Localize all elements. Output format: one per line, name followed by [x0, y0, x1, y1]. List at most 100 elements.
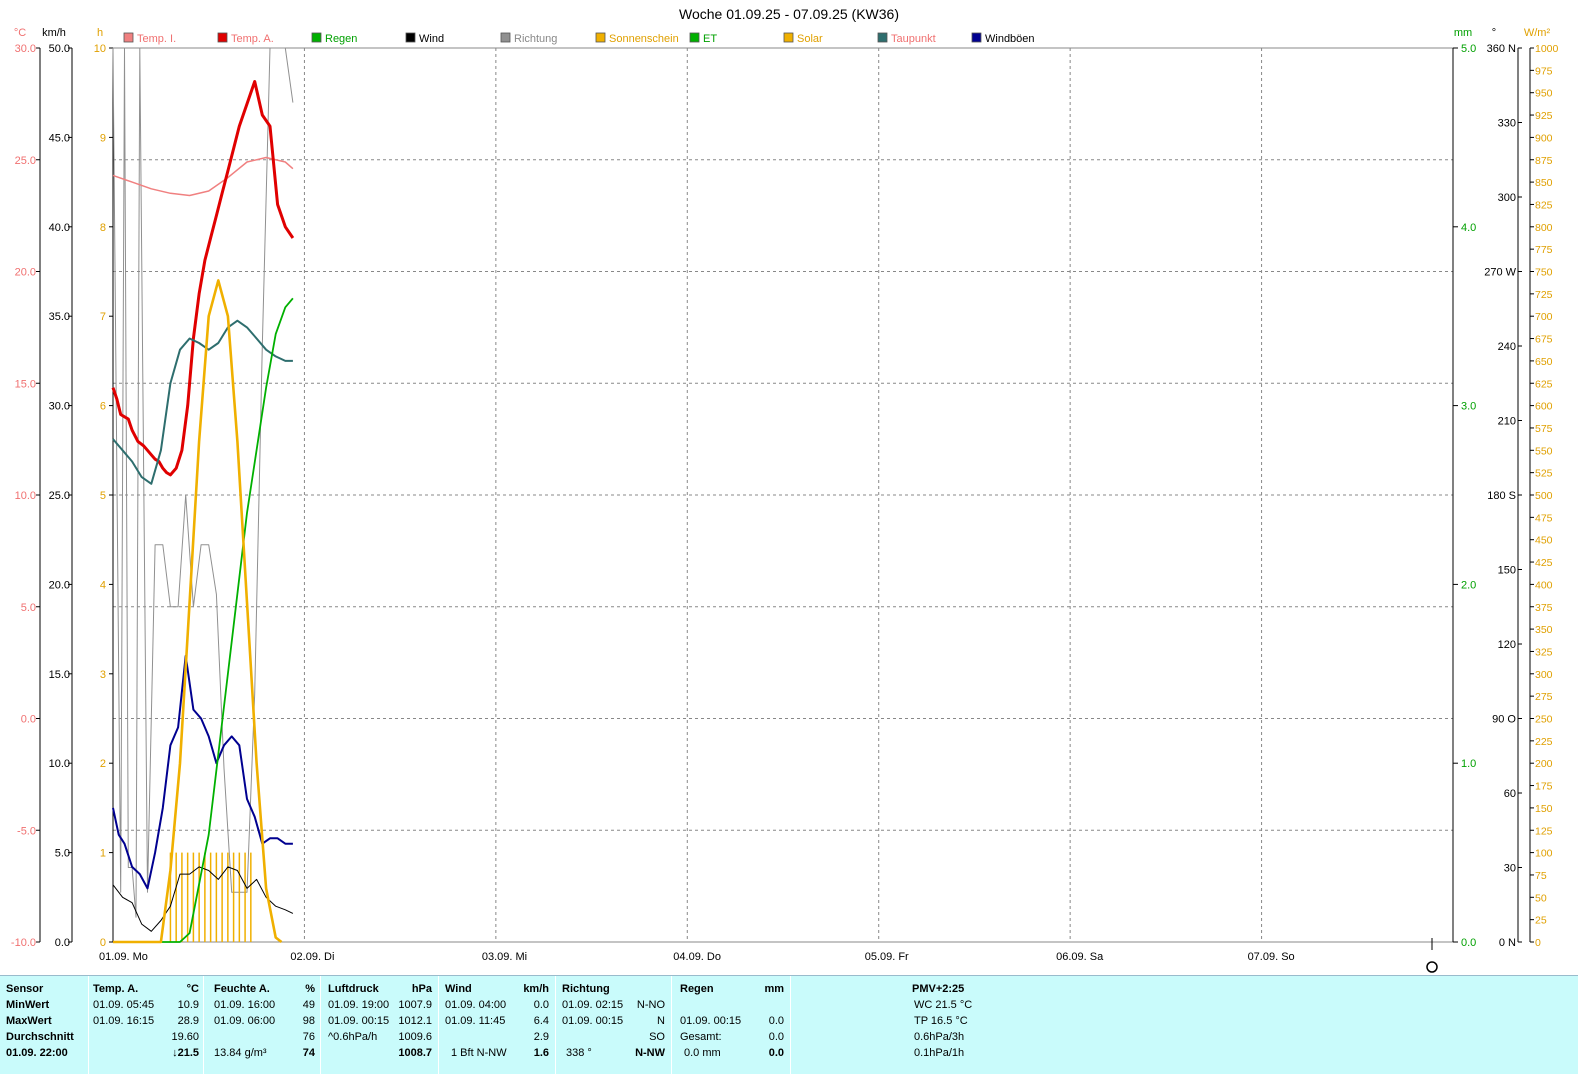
rain-tick-label: 5.0 [1461, 43, 1476, 55]
solar-tick-label: 675 [1535, 334, 1553, 346]
press-unit: hPa [411, 983, 432, 995]
wind-min-value: 0.0 [533, 999, 549, 1011]
wind-tick-label: 50.0 [49, 43, 70, 55]
legend-swatch [595, 32, 606, 43]
solar-tick-label: 100 [1535, 848, 1553, 860]
series-tempa [111, 80, 295, 477]
wind-max-value: 6.4 [533, 1015, 549, 1027]
temp-tick-label: 10.0 [15, 490, 36, 502]
temp-tick-label: -5.0 [17, 825, 36, 837]
humid-unit: % [305, 983, 315, 995]
pmv-trend3: 0.6hPa/3h [914, 1031, 965, 1043]
dir-min-time: 01.09. 02:15 [562, 999, 624, 1011]
solar-tick-label: 350 [1535, 624, 1553, 636]
solar-tick-label: 150 [1535, 803, 1553, 815]
solar-tick-label: 400 [1535, 579, 1553, 591]
wind-tick-label: 40.0 [49, 222, 70, 234]
wind-now-value: 1.6 [533, 1047, 549, 1059]
temp-tick-label: -10.0 [11, 937, 36, 949]
direction-tick-label: 300 [1498, 192, 1516, 204]
solar-tick-label: 275 [1535, 691, 1553, 703]
x-tick-label: 07.09. So [1248, 951, 1295, 963]
temp-unit: °C [186, 983, 199, 995]
legend-swatch [311, 32, 322, 43]
solar-tick-label: 550 [1535, 445, 1553, 457]
solar-tick-label: 125 [1535, 825, 1553, 837]
wind-column: Wind km/h 01.09. 04:00 0.0 01.09. 11:45 6.4… [445, 981, 549, 1071]
summary-panel: Sensor MinWert MaxWert Durchschnitt 01.0… [0, 975, 1578, 1074]
temp-avg-value: 19.60 [171, 1031, 199, 1043]
legend-label: Windböen [985, 33, 1035, 45]
solar-tick-label: 775 [1535, 244, 1553, 256]
solar-tick-label: 600 [1535, 401, 1553, 413]
rain-tick-label: 4.0 [1461, 222, 1476, 234]
legend-label: Taupunkt [891, 33, 936, 45]
wind-head: Wind [445, 983, 472, 995]
dir-min-value: N-NO [636, 999, 665, 1011]
sensor-head: Sensor [6, 983, 44, 995]
dir-degrees: 338 ° [566, 1047, 592, 1059]
direction-tick-label: 30 [1504, 863, 1516, 875]
x-tick-label: 01.09. Mo [99, 951, 148, 963]
x-tick-label: 05.09. Fr [865, 951, 909, 963]
legend-label: ET [703, 33, 717, 45]
unit-label: W/m² [1524, 27, 1551, 39]
temp-tick-label: 0.0 [21, 714, 36, 726]
hours-tick-label: 3 [100, 669, 106, 681]
press-now-value: 1008.7 [398, 1047, 432, 1059]
pmv-trend1: 0.1hPa/1h [914, 1047, 965, 1059]
x-tick-label: 06.09. Sa [1056, 951, 1104, 963]
sensor-column: Sensor MinWert MaxWert Durchschnitt 01.0… [6, 981, 86, 1071]
rain-tick-label: 3.0 [1461, 401, 1476, 413]
wind-min-time: 01.09. 04:00 [445, 999, 507, 1011]
wind-bft: 1 Bft N-NW [451, 1047, 507, 1059]
temp-head: Temp. A. [93, 983, 139, 995]
rain-total-label: Gesamt: [680, 1031, 722, 1043]
legend-swatch [877, 32, 888, 43]
humid-min-value: 49 [302, 999, 315, 1011]
temp-min-time: 01.09. 05:45 [93, 999, 155, 1011]
pmv-tp: TP 16.5 °C [914, 1015, 968, 1027]
legend-label: Regen [325, 33, 357, 45]
solar-tick-label: 625 [1535, 378, 1553, 390]
hours-tick-label: 5 [100, 490, 106, 502]
legend-swatch [689, 32, 700, 43]
rain-tick-label: 0.0 [1461, 937, 1476, 949]
wind-tick-label: 30.0 [49, 401, 70, 413]
direction-tick-label: 150 [1498, 565, 1516, 577]
solar-tick-label: 200 [1535, 758, 1553, 770]
solar-tick-label: 375 [1535, 602, 1553, 614]
gusts-line [112, 654, 293, 890]
temp-now-value: ↓21.5 [172, 1047, 199, 1059]
x-tick-label: 02.09. Di [290, 951, 334, 963]
rain-tick-label: 1.0 [1461, 758, 1476, 770]
solar-tick-label: 50 [1535, 892, 1547, 904]
hours-tick-label: 10 [94, 43, 106, 55]
solar-tick-label: 925 [1535, 110, 1553, 122]
solar-tick-label: 800 [1535, 222, 1553, 234]
solar-tick-label: 825 [1535, 199, 1553, 211]
legend-label: Sonnenschein [609, 33, 679, 45]
legend-label: Richtung [514, 33, 557, 45]
dir-head: Richtung [562, 983, 610, 995]
end-marker-circle [1426, 961, 1438, 973]
solar-tick-label: 700 [1535, 311, 1553, 323]
sensor-avg: Durchschnitt [6, 1031, 74, 1043]
solar-tick-label: 725 [1535, 289, 1553, 301]
press-trend: ^0.6hPa/h [328, 1031, 378, 1043]
wind-avg-value: 2.9 [533, 1031, 549, 1043]
pmv-wc: WC 21.5 °C [914, 999, 973, 1011]
direction-tick-label: 240 [1498, 341, 1516, 353]
wind-tick-label: 15.0 [49, 669, 70, 681]
solar-tick-label: 875 [1535, 155, 1553, 167]
hours-tick-label: 8 [100, 222, 106, 234]
solar-tick-label: 475 [1535, 512, 1553, 524]
dir-max-value: N [657, 1015, 665, 1027]
humid-avg-value: 76 [302, 1031, 315, 1043]
hours-tick-label: 2 [100, 758, 106, 770]
temp-column: Temp. A. °C 01.09. 05:45 10.9 01.09. 16:15… [93, 981, 199, 1071]
press-max-time: 01.09. 00:15 [328, 1015, 390, 1027]
solar-tick-label: 25 [1535, 915, 1547, 927]
solar-tick-label: 900 [1535, 132, 1553, 144]
legend-swatch [783, 32, 794, 43]
